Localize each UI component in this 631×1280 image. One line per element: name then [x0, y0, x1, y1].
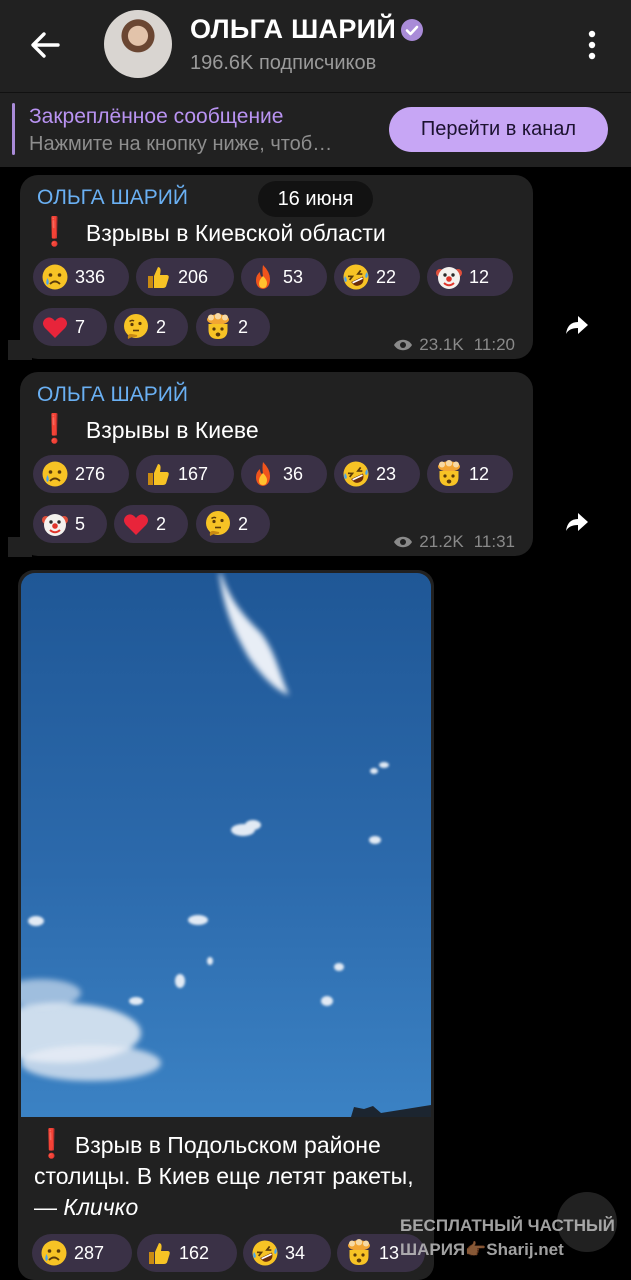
reaction-thinking-face[interactable]: 2: [196, 505, 270, 543]
reaction-count: 2: [238, 316, 249, 337]
reaction-thumbs-up[interactable]: 162: [137, 1234, 237, 1272]
reaction-count: 7: [75, 316, 86, 337]
share-arrow-icon[interactable]: [564, 509, 590, 535]
eye-icon: [394, 536, 413, 548]
thinking-face-icon: [122, 313, 150, 341]
pinned-title: Закреплённое сообщение: [29, 105, 284, 128]
pinned-message-bar[interactable]: Закреплённое сообщение Нажмите на кнопку…: [0, 92, 631, 167]
reaction-count: 162: [179, 1242, 210, 1263]
red-heart-icon: [122, 510, 150, 538]
reaction-count: 206: [178, 266, 209, 287]
reaction-clown-face[interactable]: 12: [427, 258, 513, 296]
reaction-count: 287: [74, 1242, 105, 1263]
exploding-head-icon: [435, 460, 463, 488]
reaction-thinking-face[interactable]: 2: [114, 308, 188, 346]
view-count: 23.1K: [419, 335, 464, 354]
bubble-tail: [8, 340, 32, 360]
message-sender[interactable]: ОЛЬГА ШАРИЙ: [37, 186, 188, 210]
photo-caption: ❗ Взрыв в Подольском районе столицы. В Ки…: [34, 1128, 414, 1220]
message-time: 11:20: [473, 335, 515, 354]
reaction-crying-face[interactable]: 276: [33, 455, 129, 493]
more-vertical-icon[interactable]: [586, 28, 598, 62]
reaction-count: 276: [75, 463, 106, 484]
reaction-red-heart[interactable]: 2: [114, 505, 188, 543]
eye-icon: [394, 339, 413, 351]
message-meta: 21.2K 11:31: [393, 532, 515, 552]
message-meta: 23.1K 11:20: [393, 335, 515, 355]
channel-avatar[interactable]: [104, 10, 172, 78]
view-count: 21.2K: [419, 532, 464, 551]
fire-icon: [249, 263, 277, 291]
exclamation-icon: ❗: [34, 1128, 69, 1159]
reaction-exploding-head[interactable]: 12: [427, 455, 513, 493]
reaction-count: 23: [376, 463, 397, 484]
reaction-thumbs-up[interactable]: 167: [136, 455, 234, 493]
reaction-count: 22: [376, 266, 397, 287]
thinking-face-icon: [204, 510, 232, 538]
reaction-count: 336: [75, 266, 106, 287]
exclamation-icon: ❗: [37, 413, 72, 444]
thumbs-up-icon: [144, 460, 172, 488]
share-arrow-icon[interactable]: [564, 312, 590, 338]
reaction-count: 2: [156, 316, 167, 337]
clown-face-icon: [435, 263, 463, 291]
open-channel-button[interactable]: Перейти в канал: [389, 107, 608, 152]
reaction-crying-face[interactable]: 287: [32, 1234, 132, 1272]
thumbs-up-icon: [144, 263, 172, 291]
reaction-exploding-head[interactable]: 2: [196, 308, 270, 346]
back-arrow-icon[interactable]: [28, 28, 62, 62]
pinned-preview: Нажмите на кнопку ниже, чтоб…: [29, 133, 333, 155]
crying-face-icon: [41, 460, 69, 488]
reaction-rofl-face[interactable]: 23: [334, 455, 420, 493]
reaction-rofl-face[interactable]: 22: [334, 258, 420, 296]
exploding-head-icon: [345, 1239, 373, 1267]
rofl-face-icon: [251, 1239, 279, 1267]
crying-face-icon: [41, 263, 69, 291]
thumbs-up-icon: [145, 1239, 173, 1267]
chat-header: ОЛЬГА ШАРИЙ 196.6K подписчиков: [0, 0, 631, 92]
rofl-face-icon: [342, 460, 370, 488]
channel-title[interactable]: ОЛЬГА ШАРИЙ: [190, 14, 396, 45]
message-sender[interactable]: ОЛЬГА ШАРИЙ: [37, 383, 188, 407]
reaction-count: 167: [178, 463, 209, 484]
reaction-fire[interactable]: 53: [241, 258, 327, 296]
crying-face-icon: [40, 1239, 68, 1267]
reaction-count: 53: [283, 266, 304, 287]
pinned-indicator: [12, 103, 15, 155]
reaction-thumbs-up[interactable]: 206: [136, 258, 234, 296]
message-time: 11:31: [473, 532, 515, 551]
reaction-fire[interactable]: 36: [241, 455, 327, 493]
reaction-count: 13: [379, 1242, 400, 1263]
message-text: ❗ Взрывы в Киевской области: [37, 216, 386, 247]
bubble-tail: [8, 537, 32, 557]
watermark: БЕСПЛАТНЫЙ ЧАСТНЫЙ ШАРИЯ👉🏾Sharij.net: [400, 1216, 615, 1259]
verified-badge-icon: [401, 19, 423, 41]
red-heart-icon: [41, 313, 69, 341]
sky-photo[interactable]: [21, 573, 431, 1117]
exclamation-icon: ❗: [37, 216, 72, 247]
reaction-count: 34: [285, 1242, 306, 1263]
reaction-red-heart[interactable]: 7: [33, 308, 107, 346]
fire-icon: [249, 460, 277, 488]
reaction-count: 5: [75, 513, 86, 534]
reaction-count: 36: [283, 463, 304, 484]
message-text: ❗ Взрывы в Киеве: [37, 413, 259, 444]
photo-message-bubble[interactable]: ❗ Взрыв в Подольском районе столицы. В Ки…: [18, 570, 434, 1280]
reaction-rofl-face[interactable]: 34: [243, 1234, 331, 1272]
reaction-clown-face[interactable]: 5: [33, 505, 107, 543]
reaction-count: 2: [156, 513, 167, 534]
reaction-count: 12: [469, 266, 490, 287]
message-bubble[interactable]: ОЛЬГА ШАРИЙ ❗ Взрывы в Киеве 276 167 36 23 12…: [20, 372, 533, 556]
subscriber-count: 196.6K подписчиков: [190, 52, 377, 74]
clown-face-icon: [41, 510, 69, 538]
reaction-count: 2: [238, 513, 249, 534]
rofl-face-icon: [342, 263, 370, 291]
reaction-count: 12: [469, 463, 490, 484]
date-chip: 16 июня: [258, 181, 373, 217]
reaction-crying-face[interactable]: 336: [33, 258, 129, 296]
exploding-head-icon: [204, 313, 232, 341]
